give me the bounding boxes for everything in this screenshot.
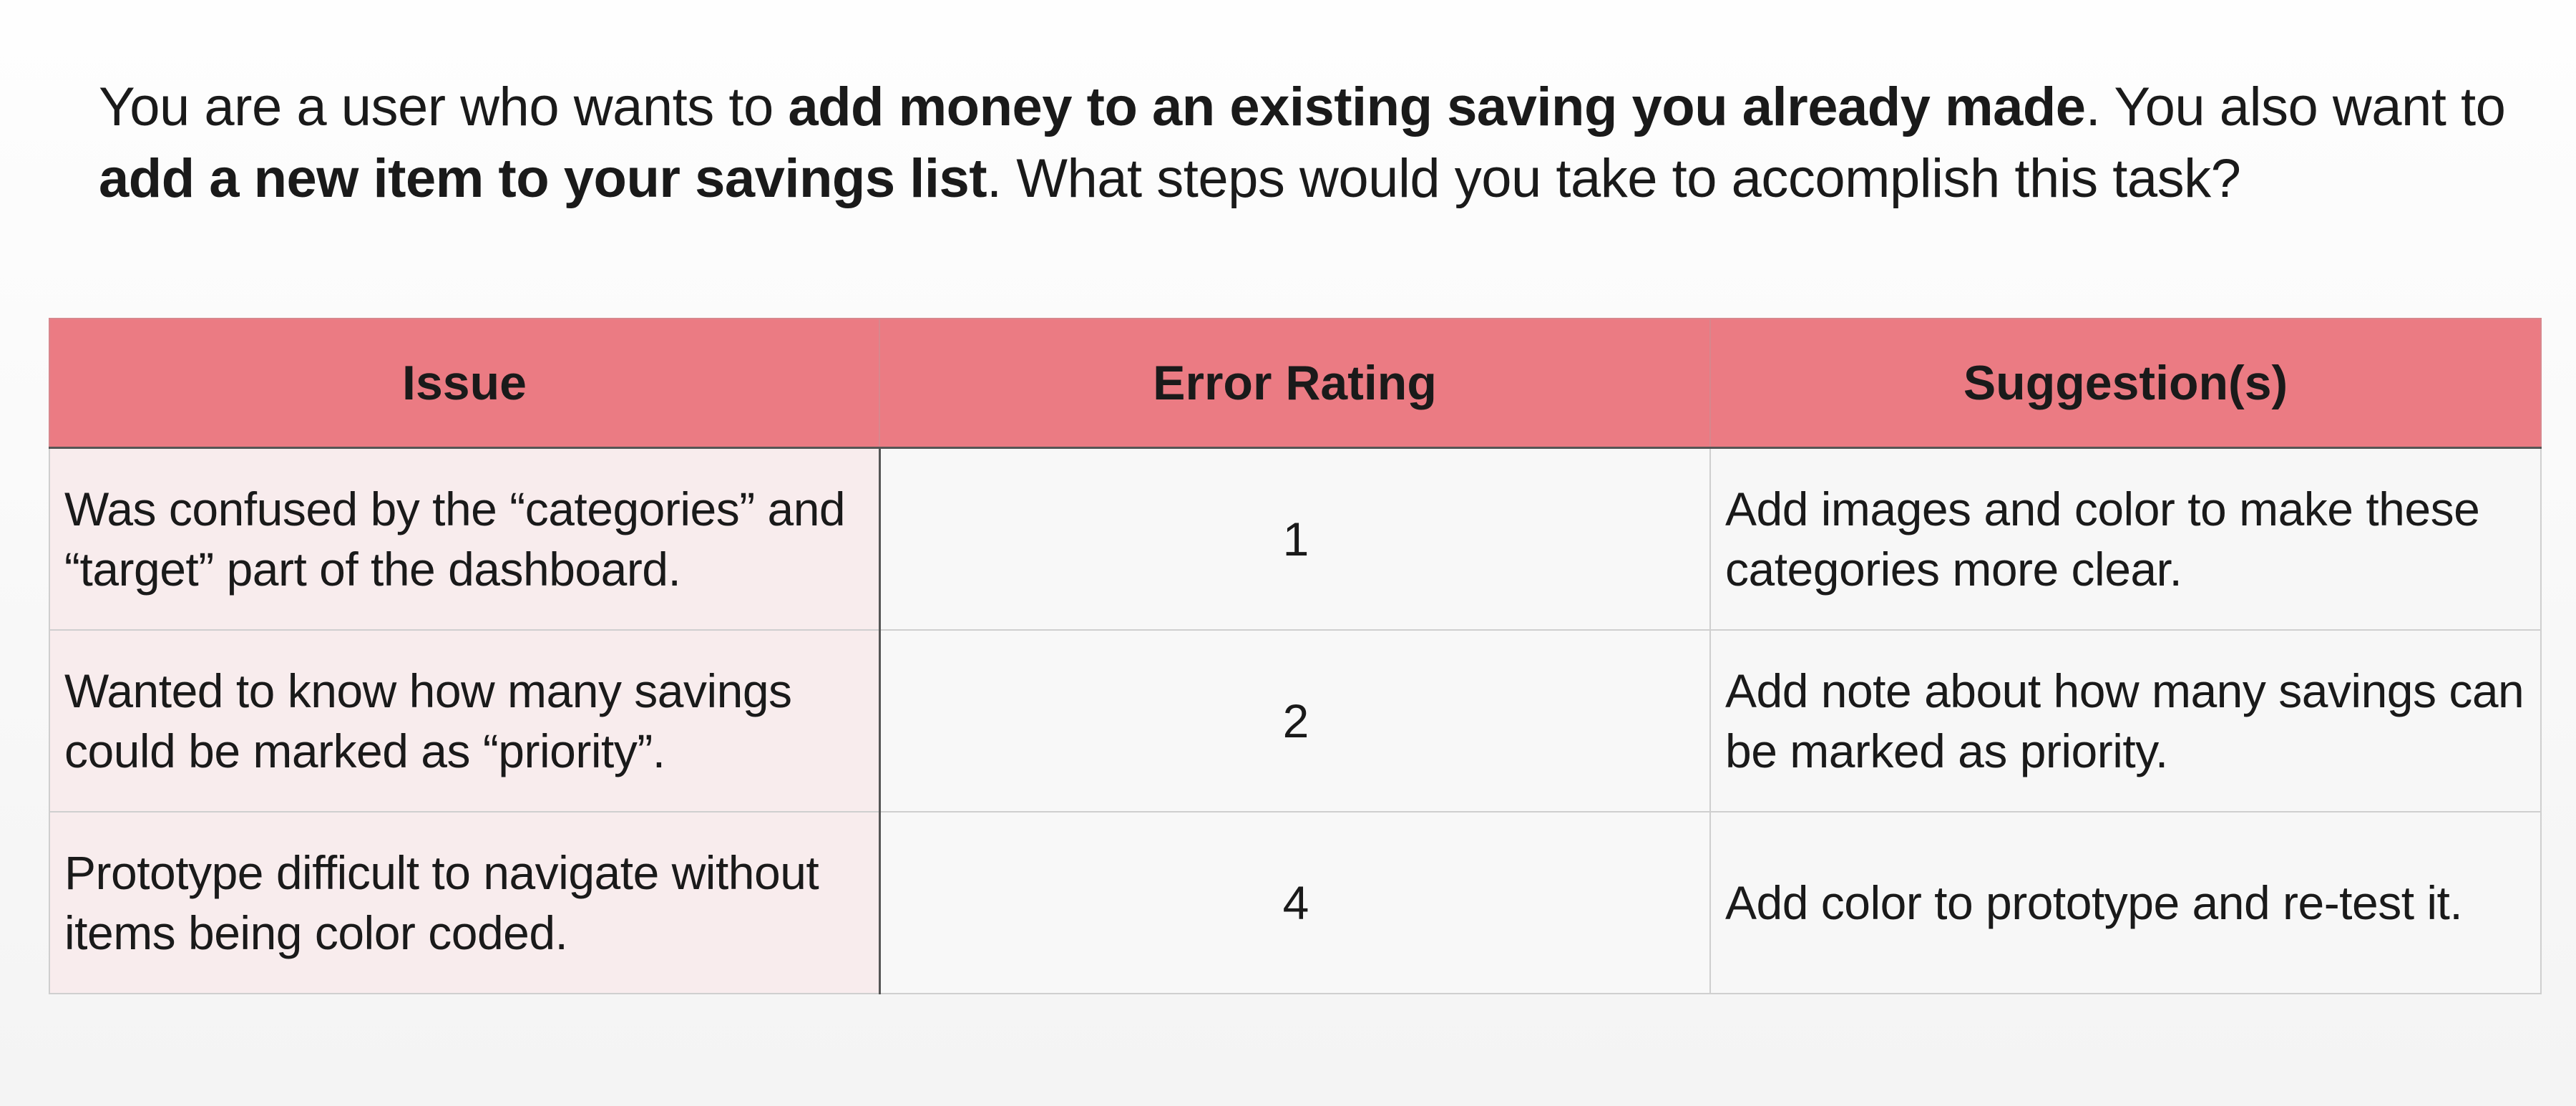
prompt-emphasis-1: add money to an existing saving you alre… <box>788 77 2086 137</box>
table-row: Was confused by the “categories” and “ta… <box>49 447 2542 631</box>
suggestion-cell: Add note about how many savings can be m… <box>1709 629 2542 812</box>
prompt-text-1: You are a user who wants to <box>99 77 789 137</box>
table-body: Was confused by the “categories” and “ta… <box>49 447 2542 994</box>
issue-cell: Wanted to know how many savings could be… <box>49 629 881 812</box>
header-error-rating: Error Rating <box>879 318 1711 449</box>
table-row: Prototype difficult to navigate without … <box>49 811 2542 994</box>
table-header-row: Issue Error Rating Suggestion(s) <box>49 318 2542 449</box>
prompt-emphasis-2: add a new item to your savings list <box>99 148 987 209</box>
issue-cell: Was confused by the “categories” and “ta… <box>49 447 881 631</box>
error-rating-cell: 4 <box>879 811 1711 994</box>
error-rating-cell: 1 <box>879 447 1711 631</box>
prompt-text-2: . You also want to <box>2085 77 2506 137</box>
suggestion-cell: Add color to prototype and re-test it. <box>1709 811 2542 994</box>
table-row: Wanted to know how many savings could be… <box>49 629 2542 812</box>
header-issue: Issue <box>49 318 880 449</box>
issue-cell: Prototype difficult to navigate without … <box>49 811 881 994</box>
usability-findings-table-container: Issue Error Rating Suggestion(s) Was con… <box>49 318 2542 994</box>
table-header: Issue Error Rating Suggestion(s) <box>49 318 2542 449</box>
task-prompt: You are a user who wants to add money to… <box>99 72 2517 215</box>
usability-findings-table: Issue Error Rating Suggestion(s) Was con… <box>49 318 2542 994</box>
error-rating-cell: 2 <box>879 629 1711 812</box>
header-suggestions: Suggestion(s) <box>1709 318 2542 449</box>
suggestion-cell: Add images and color to make these categ… <box>1709 447 2542 631</box>
prompt-text-3: . What steps would you take to accomplis… <box>987 148 2241 209</box>
